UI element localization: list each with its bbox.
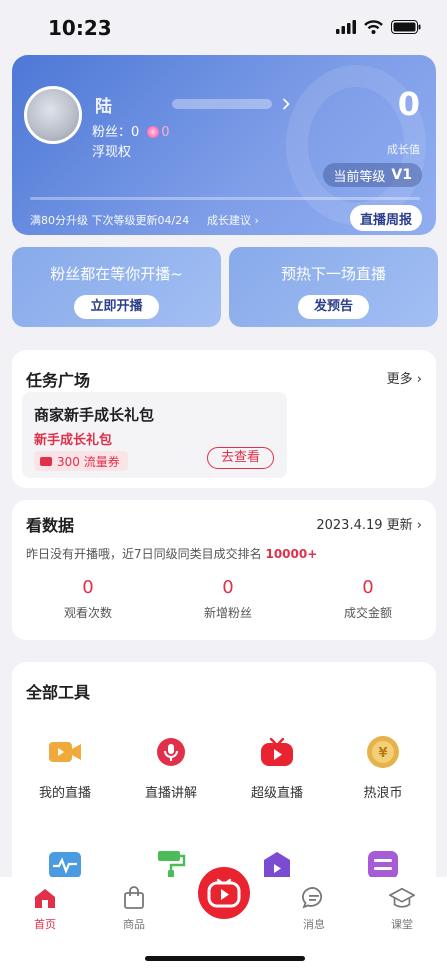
graduation-cap-icon <box>389 885 415 911</box>
tool-label: 超级直播 <box>250 786 303 801</box>
tool-my-live[interactable]: 我的直播 <box>12 734 118 801</box>
tool-heat-coin[interactable]: ¥ 热浪币 <box>330 734 436 801</box>
promo-title: 预热下一场直播 <box>280 265 386 283</box>
publish-preview-button[interactable]: 发预告 <box>297 295 369 319</box>
video-camera-icon <box>47 734 83 770</box>
task-subtitle: 新手成长礼包 <box>34 433 113 448</box>
data-update-date[interactable]: 2023.4.19 更新 › <box>316 514 422 533</box>
coin-icon: ¥ <box>365 734 401 770</box>
start-live-button[interactable]: 立即开播 <box>74 295 159 319</box>
home-indicator <box>145 956 305 961</box>
level-label: 当前等级 <box>333 169 386 185</box>
stat-label: 观看次数 <box>63 606 112 620</box>
stat-label: 新增粉丝 <box>203 606 252 620</box>
stat-views[interactable]: 0 观看次数 <box>18 577 158 621</box>
tool-label: 我的直播 <box>38 786 91 801</box>
level-pill[interactable]: 当前等级 V1 <box>323 163 422 187</box>
tool-live-explain[interactable]: 直播讲解 <box>118 734 224 801</box>
tab-messages[interactable]: 消息 <box>284 885 344 932</box>
microphone-icon <box>153 734 189 770</box>
desc-text: 昨日没有开播哦，近7日同级同类目成交排名 <box>26 547 262 561</box>
chevron-right-icon[interactable] <box>282 98 290 110</box>
wifi-icon <box>364 20 383 34</box>
data-title: 看数据 <box>26 516 75 535</box>
bag-icon <box>121 885 147 911</box>
promo-title: 粉丝都在等你开播~ <box>50 265 183 283</box>
stat-value: 0 <box>362 577 374 598</box>
rank-value: 10000+ <box>265 547 318 561</box>
nickname[interactable]: 陆 <box>95 92 113 117</box>
growth-label: 成长值 <box>387 143 420 156</box>
tab-label: 商品 <box>123 918 145 931</box>
status-time: 10:23 <box>48 16 112 40</box>
tab-label: 课堂 <box>391 918 413 931</box>
data-description: 昨日没有开播哦，近7日同级同类目成交排名 10000+ <box>26 545 317 562</box>
play-tv-icon <box>259 734 295 770</box>
growth-tip-link[interactable]: 成长建议 › <box>207 212 259 228</box>
tab-home[interactable]: 首页 <box>15 885 75 932</box>
promo-card-preview[interactable]: 预热下一场直播 发预告 <box>229 247 438 327</box>
avatar[interactable] <box>24 86 82 144</box>
tools-title: 全部工具 <box>26 683 91 702</box>
view-task-button[interactable]: 去查看 <box>207 447 275 469</box>
promo-card-start-live[interactable]: 粉丝都在等你开播~ 立即开播 <box>12 247 221 327</box>
task-square-card: 任务广场 更多 › 商家新手成长礼包 新手成长礼包 300 流量券 去查看 <box>12 350 436 488</box>
tab-classroom[interactable]: 课堂 <box>372 885 432 932</box>
stat-value: 0 <box>82 577 94 598</box>
stat-sales[interactable]: 0 成交金额 <box>298 577 438 621</box>
tab-label: 消息 <box>303 918 325 931</box>
task-name: 商家新手成长礼包 <box>34 406 155 424</box>
stat-value: 0 <box>222 577 234 598</box>
growth-value: 0 <box>397 85 420 123</box>
fans-label: 粉丝：0 <box>92 125 140 140</box>
tool-label: 直播讲解 <box>144 786 197 801</box>
svg-text:¥: ¥ <box>378 746 387 761</box>
coin-icon <box>147 126 160 138</box>
chat-icon <box>301 885 327 911</box>
float-right-label: 浮现权 <box>92 145 132 160</box>
status-icons <box>336 20 421 34</box>
tab-label: 首页 <box>34 918 56 931</box>
coin-count: 0 <box>161 125 170 140</box>
fans-count: 粉丝：0 0 <box>92 121 170 140</box>
stat-label: 成交金额 <box>343 606 392 620</box>
coupon-label: 300 流量券 <box>57 454 120 469</box>
coupon-icon <box>40 456 52 466</box>
task-item[interactable]: 商家新手成长礼包 新手成长礼包 300 流量券 去查看 <box>22 392 287 478</box>
task-square-title: 任务广场 <box>26 371 91 390</box>
battery-icon <box>391 20 421 34</box>
profile-card[interactable]: 陆 粉丝：0 0 浮现权 0 成长值 当前等级 V1 满80分升级 下次等级更新0… <box>12 55 436 235</box>
live-center-button[interactable] <box>194 863 254 923</box>
data-card: 看数据 2023.4.19 更新 › 昨日没有开播哦，近7日同级同类目成交排名 … <box>12 500 436 640</box>
tab-products[interactable]: 商品 <box>104 885 164 932</box>
growth-progress-bar <box>30 197 420 200</box>
coupon-badge: 300 流量券 <box>34 451 128 471</box>
home-icon <box>32 885 58 911</box>
more-link[interactable]: 更多 › <box>387 368 422 387</box>
tool-label: 热浪币 <box>363 786 403 801</box>
level-value: V1 <box>391 167 412 183</box>
tool-super-live[interactable]: 超级直播 <box>224 734 330 801</box>
stat-new-fans[interactable]: 0 新增粉丝 <box>158 577 298 621</box>
nickname-blur <box>172 99 272 109</box>
live-button-icon <box>207 878 241 908</box>
weekly-report-button[interactable]: 直播周报 <box>349 205 422 231</box>
signal-icon <box>336 20 356 34</box>
upgrade-text: 满80分升级 下次等级更新04/24 <box>30 214 190 227</box>
